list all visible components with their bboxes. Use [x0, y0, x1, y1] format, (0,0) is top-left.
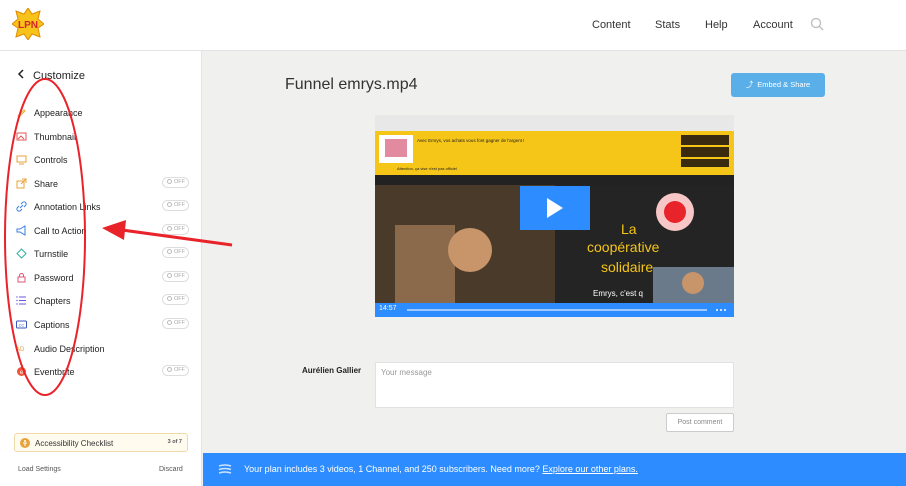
page-title: Funnel emrys.mp4	[285, 76, 418, 93]
customize-label: Customize	[33, 70, 85, 82]
toggle-knob-icon	[167, 179, 172, 184]
embed-icon: ⤴	[745, 80, 754, 89]
toggle-knob-icon	[167, 249, 172, 254]
toggle-knob-icon	[167, 202, 172, 207]
diamond-icon	[16, 248, 27, 259]
share-icon	[16, 178, 27, 189]
sidebar-item-label: Annotation Links	[34, 202, 101, 212]
sidebar-item-label: Audio Description	[34, 344, 105, 354]
logo-icon[interactable]: LPN	[12, 8, 44, 40]
slide-text-cooperative: coopérative	[587, 239, 660, 255]
svg-text:CC: CC	[19, 322, 25, 327]
toggle-knob-icon	[167, 320, 172, 325]
chapters-toggle[interactable]: OFF	[162, 294, 189, 305]
nav-stats[interactable]: Stats	[655, 19, 680, 31]
nav-content[interactable]: Content	[592, 19, 631, 31]
image-icon	[16, 132, 27, 141]
link-icon	[16, 201, 27, 212]
comment-message-input[interactable]: Your message	[375, 362, 734, 408]
embed-share-button[interactable]: ⤴ Embed & Share	[731, 73, 825, 97]
discard-link[interactable]: Discard	[159, 466, 183, 473]
sidebar-item-label: Password	[34, 273, 74, 283]
accessibility-checklist[interactable]: Accessibility Checklist 3 of 7	[14, 433, 188, 452]
video-frame	[375, 115, 734, 317]
share-toggle[interactable]: OFF	[162, 177, 189, 188]
vimeo-icon	[218, 464, 232, 474]
sidebar-item-label: Captions	[34, 320, 70, 330]
sidebar-item-thumbnail[interactable]: Thumbnail	[16, 128, 192, 146]
paint-icon	[17, 109, 26, 118]
plan-banner: Your plan includes 3 videos, 1 Channel, …	[203, 453, 906, 486]
checklist-label: Accessibility Checklist	[35, 439, 114, 448]
sidebar-item-label: Share	[34, 179, 59, 189]
password-toggle[interactable]: OFF	[162, 271, 189, 282]
sidebar-item-audio-description[interactable]: AD Audio Description	[16, 340, 192, 358]
sidebar-item-label: Chapters	[34, 296, 71, 306]
monitor-icon	[16, 155, 27, 165]
lock-icon	[17, 273, 26, 283]
sidebar-item-captions[interactable]: CC Captions OFF	[16, 316, 192, 334]
call-to-action-toggle[interactable]: OFF	[162, 224, 189, 235]
explore-plans-link[interactable]: Explore our other plans.	[542, 464, 638, 474]
sidebar-item-label: Controls	[34, 155, 68, 165]
chevron-left-icon	[17, 69, 25, 82]
sidebar-item-label: Appearance	[34, 108, 83, 118]
accessibility-icon	[20, 438, 30, 448]
eventbrite-toggle[interactable]: OFF	[162, 365, 189, 376]
sidebar-item-eventbrite[interactable]: e Eventbrite OFF	[16, 363, 192, 381]
megaphone-icon	[16, 225, 26, 236]
sidebar-item-label: Thumbnail	[34, 132, 77, 142]
video-time: 14:57	[379, 305, 397, 312]
turnstile-toggle[interactable]: OFF	[162, 247, 189, 258]
banner-text-wrap: Your plan includes 3 videos, 1 Channel, …	[244, 464, 638, 474]
annotation-links-toggle[interactable]: OFF	[162, 200, 189, 211]
toggle-knob-icon	[167, 226, 172, 231]
search-icon[interactable]	[810, 17, 824, 31]
list-icon	[16, 296, 26, 305]
toggle-knob-icon	[167, 296, 172, 301]
sidebar-item-label: Call to Action	[34, 226, 87, 236]
embed-label: Embed & Share	[757, 80, 811, 89]
sidebar-item-annotation-links[interactable]: Annotation Links OFF	[16, 198, 192, 216]
sidebar-item-share[interactable]: Share OFF	[16, 175, 192, 193]
sidebar-item-chapters[interactable]: Chapters OFF	[16, 292, 192, 310]
load-settings-link[interactable]: Load Settings	[18, 466, 61, 473]
eventbrite-icon: e	[17, 367, 26, 376]
sidebar-item-label: Eventbrite	[34, 367, 75, 377]
slide-text-emrys: Emrys, c'est q	[593, 289, 643, 298]
nav-account[interactable]: Account	[753, 19, 793, 31]
cc-icon: CC	[16, 320, 27, 329]
sidebar-item-password[interactable]: Password OFF	[16, 269, 192, 287]
sidebar-item-call-to-action[interactable]: Call to Action OFF	[16, 222, 192, 240]
sidebar-item-label: Turnstile	[34, 249, 69, 259]
comment-placeholder: Your message	[381, 368, 432, 377]
svg-text:AD: AD	[16, 347, 25, 353]
customize-sidebar: Customize Appearance Thumbnail Controls …	[0, 51, 202, 486]
comment-author: Aurélien Gallier	[302, 366, 362, 375]
site-headline: Avec Emrys, vos achats vous font gagner …	[417, 138, 525, 143]
slide-text-solidaire: solidaire	[601, 259, 654, 275]
sidebar-item-turnstile[interactable]: Turnstile OFF	[16, 245, 192, 263]
video-player[interactable]: Avec Emrys, vos achats vous font gagner …	[375, 115, 734, 317]
nav-help[interactable]: Help	[705, 19, 728, 31]
audio-icon: AD	[16, 347, 25, 353]
sidebar-item-controls[interactable]: Controls	[16, 151, 192, 169]
banner-text: Your plan includes 3 videos, 1 Channel, …	[244, 464, 543, 474]
sidebar-item-appearance[interactable]: Appearance	[16, 104, 192, 122]
toggle-knob-icon	[167, 273, 172, 278]
customize-back-button[interactable]: Customize	[17, 69, 85, 82]
checklist-count: 3 of 7	[167, 439, 182, 445]
logo-text: LPN	[18, 20, 38, 31]
site-subline: Attention, ça vise n'est pas officiel	[397, 166, 457, 171]
top-nav-bar: LPN Content Stats Help Account	[0, 0, 906, 51]
toggle-knob-icon	[167, 367, 172, 372]
post-comment-button[interactable]: Post comment	[666, 413, 734, 432]
slide-text-la: La	[621, 221, 637, 237]
captions-toggle[interactable]: OFF	[162, 318, 189, 329]
